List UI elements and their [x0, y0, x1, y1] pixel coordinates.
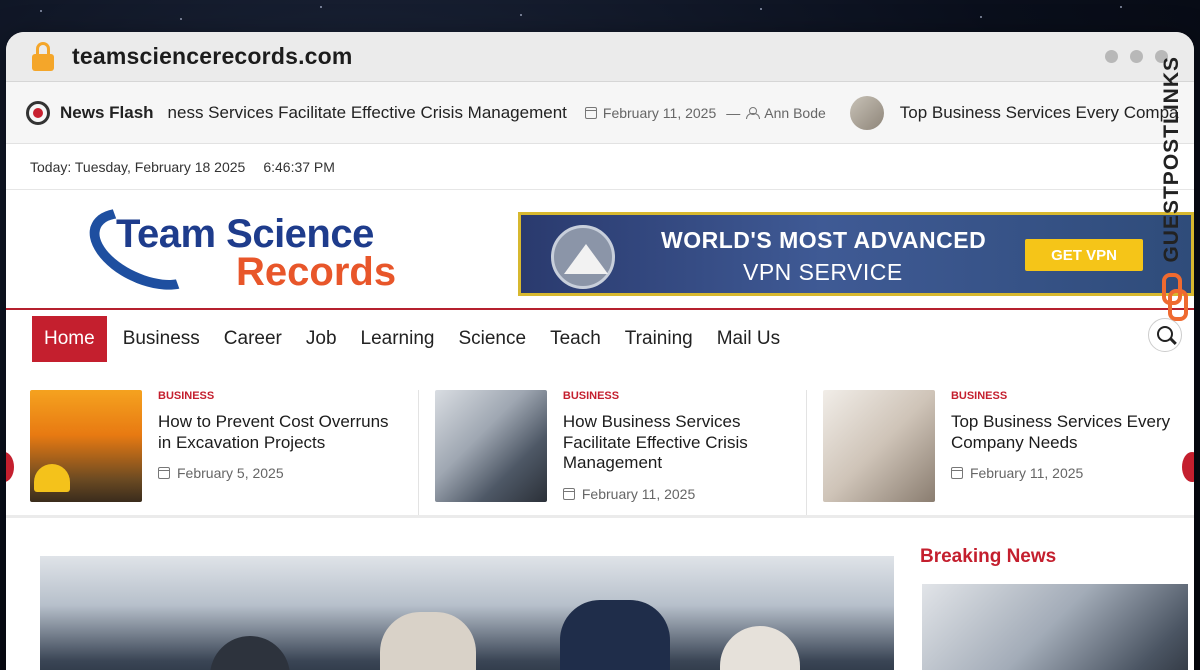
browser-window: teamsciencerecords.com News Flash ness S… [6, 32, 1194, 670]
star [980, 16, 982, 18]
star [760, 8, 762, 10]
post-title[interactable]: Top Business Services Every Company Need… [951, 412, 1180, 453]
ticker-headline[interactable]: ness Services Facilitate Effective Crisi… [168, 103, 567, 123]
main-content: Breaking News [6, 518, 1194, 670]
date-bar: Today: Tuesday, February 18 2025 6:46:37… [6, 144, 1194, 190]
star [180, 18, 182, 20]
post-thumbnail[interactable] [434, 390, 547, 502]
post-category[interactable]: BUSINESS [158, 390, 404, 402]
today-date: Today: Tuesday, February 18 2025 [30, 158, 246, 175]
post-title[interactable]: How Business Services Facilitate Effecti… [563, 412, 792, 474]
featured-posts: BUSINESS How to Prevent Cost Overruns in… [6, 368, 1194, 518]
site-logo[interactable]: Team Science Records [76, 191, 426, 307]
site-header: Team Science Records WORLD'S MOST ADVANC… [6, 190, 1194, 310]
nav-item-job[interactable]: Job [294, 316, 349, 362]
ad-line-2: VPN SERVICE [743, 259, 903, 285]
calendar-icon [562, 488, 575, 501]
ticker-next-headline[interactable]: Top Business Services Every Compa [900, 103, 1179, 123]
user-icon [746, 106, 761, 119]
url-text[interactable]: teamsciencerecords.com [72, 43, 353, 70]
main-nav: Home Business Career Job Learning Scienc… [6, 310, 1194, 368]
calendar-icon [950, 467, 963, 480]
get-vpn-button[interactable]: GET VPN [1025, 239, 1143, 271]
lock-icon [32, 41, 54, 72]
window-dot-icon[interactable] [1105, 50, 1118, 63]
watermark-text: GUESTPOSTLINKS [1160, 56, 1183, 263]
ticker-thumbnail[interactable] [849, 95, 884, 130]
nav-item-mail-us[interactable]: Mail Us [705, 316, 792, 362]
ticker-date-text: February 11, 2025 [602, 104, 717, 121]
post-date-text: February 5, 2025 [177, 465, 284, 482]
breaking-news-thumbnail[interactable] [922, 584, 1188, 670]
browser-address-bar: teamsciencerecords.com [6, 32, 1194, 82]
news-flash-icon [26, 100, 50, 125]
nav-item-career[interactable]: Career [212, 316, 294, 362]
carousel-prev-icon[interactable] [6, 452, 14, 482]
post-date: February 11, 2025 [562, 486, 792, 503]
post-date-text: February 11, 2025 [581, 486, 696, 503]
post-category[interactable]: BUSINESS [951, 390, 1180, 402]
current-time: 6:46:37 PM [263, 158, 335, 175]
vpn-ad-banner[interactable]: WORLD'S MOST ADVANCED VPN SERVICE GET VP… [518, 212, 1194, 296]
post-thumbnail[interactable] [822, 390, 935, 502]
star [520, 14, 522, 16]
nav-item-science[interactable]: Science [446, 316, 538, 362]
mountain-logo-icon [551, 225, 615, 289]
breaking-news-title: Breaking News [920, 546, 1057, 567]
link-icon [1159, 272, 1188, 321]
post-date-text: February 11, 2025 [969, 465, 1084, 482]
post-card[interactable]: BUSINESS How to Prevent Cost Overruns in… [30, 390, 418, 515]
ticker-author-text[interactable]: Ann Bode [764, 105, 826, 121]
star [320, 6, 322, 8]
nav-item-teach[interactable]: Teach [538, 316, 613, 362]
ad-line-1: WORLD'S MOST ADVANCED [661, 227, 987, 253]
calendar-icon [584, 106, 597, 119]
post-thumbnail[interactable] [30, 390, 142, 502]
nav-item-business[interactable]: Business [111, 316, 212, 362]
post-date: February 5, 2025 [158, 465, 404, 481]
hero-image[interactable] [40, 556, 894, 670]
news-flash-label: News Flash [60, 102, 154, 122]
nav-item-training[interactable]: Training [613, 316, 705, 362]
post-title[interactable]: How to Prevent Cost Overruns in Excavati… [158, 412, 404, 453]
post-card[interactable]: BUSINESS How Business Services Facilitat… [417, 390, 806, 515]
post-category[interactable]: BUSINESS [563, 390, 792, 402]
news-ticker: News Flash ness Services Facilitate Effe… [6, 82, 1194, 144]
star [1120, 6, 1122, 8]
post-date: February 11, 2025 [950, 465, 1180, 482]
post-card[interactable]: BUSINESS Top Business Services Every Com… [805, 390, 1194, 515]
logo-line-2: Records [236, 250, 397, 294]
window-dot-icon[interactable] [1130, 50, 1143, 63]
ticker-separator: — [726, 104, 741, 121]
calendar-icon [158, 467, 170, 480]
star [40, 10, 42, 12]
ticker-author[interactable]: — Ann Bode [726, 105, 826, 121]
nav-item-learning[interactable]: Learning [349, 316, 447, 362]
nav-item-home[interactable]: Home [32, 316, 107, 362]
guestpostlinks-watermark: GUESTPOSTLINKS [1150, 56, 1194, 356]
ticker-date: February 11, 2025 [584, 104, 717, 121]
